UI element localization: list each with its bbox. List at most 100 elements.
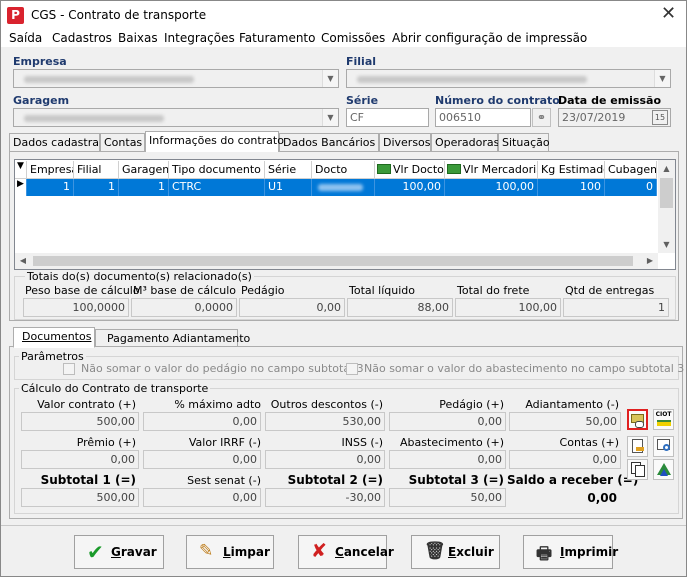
col-empresa[interactable]: Empresa (27, 161, 74, 179)
tab-informacoes-contrato[interactable]: Informações do contrato (145, 131, 284, 152)
garagem-combo[interactable]: ▼ (13, 108, 339, 127)
sest-senat-label: Sest senat (-) (187, 474, 261, 487)
irrf-field[interactable]: 0,00 (143, 450, 261, 469)
vertical-scrollbar[interactable]: ▲ ▼ (658, 160, 675, 253)
col-kg-estimado[interactable]: Kg Estimado (538, 161, 605, 179)
calculo-title: Cálculo do Contrato de transporte (19, 382, 211, 395)
chevron-down-icon[interactable]: ▼ (322, 70, 338, 87)
excluir-button[interactable]: 🗑 Excluir (411, 535, 500, 569)
bottom-divider (1, 525, 686, 526)
tab-diversos[interactable]: Diversos (379, 133, 431, 152)
tab-dados-bancarios[interactable]: Dados Bancários (279, 133, 379, 152)
abastecimento-field[interactable]: 0,00 (389, 450, 506, 469)
max-adto-field[interactable]: 0,00 (143, 412, 261, 431)
peso-base-value: 100,0000 (23, 298, 129, 317)
close-icon[interactable]: ✕ (661, 4, 676, 24)
col-tipo-documento[interactable]: Tipo documento (169, 161, 265, 179)
cell-vlr-docto[interactable]: 100,00 (375, 179, 445, 196)
outros-descontos-field[interactable]: 530,00 (265, 412, 385, 431)
tab-operadoras[interactable]: Operadoras (431, 133, 499, 152)
horizontal-scrollbar[interactable]: ◀ ▶ (15, 253, 658, 269)
copy-pages-icon[interactable] (627, 459, 648, 480)
gravar-button[interactable]: ✔ Gravar (74, 535, 164, 569)
valor-contrato-field[interactable]: 500,00 (21, 412, 139, 431)
title-bar: P CGS - Contrato de transporte ✕ (1, 1, 686, 29)
search-doc-icon[interactable] (653, 436, 674, 457)
calendar-icon[interactable]: 15 (652, 110, 668, 125)
empresa-label: Empresa (13, 55, 67, 68)
triangle-shapes-icon[interactable] (653, 459, 674, 480)
pedagio-field[interactable]: 0,00 (389, 412, 506, 431)
col-serie[interactable]: Série (265, 161, 312, 179)
grid-indicator-header: ▼ (15, 161, 27, 179)
adiantamento-field[interactable]: 50,00 (509, 412, 621, 431)
menu-cadastros[interactable]: Cadastros (52, 31, 112, 45)
abastecimento-label: Abastecimento (+) (400, 436, 504, 449)
limpar-label: Limpar (223, 545, 270, 559)
data-emissao-field[interactable]: 23/07/2019 15 (558, 108, 671, 127)
serie-field[interactable]: CF (346, 108, 429, 127)
cell-filial[interactable]: 1 (74, 179, 119, 196)
ciot-icon[interactable]: CIOT (653, 409, 674, 430)
edit-doc-icon[interactable] (627, 436, 648, 457)
scroll-thumb-h[interactable] (33, 256, 633, 266)
cell-empresa[interactable]: 1 (27, 179, 74, 196)
subtab-documentos[interactable]: Documentos (13, 327, 95, 348)
col-vlr-docto[interactable]: Vlr Docto (375, 161, 445, 179)
scroll-right-icon[interactable]: ▶ (642, 253, 658, 269)
chevron-down-icon[interactable]: ▼ (654, 70, 670, 87)
subtotal3-label: Subtotal 3 (=) (408, 473, 504, 487)
empresa-combo[interactable]: ▼ (13, 69, 339, 88)
binoculars-icon[interactable]: ⚭ (532, 108, 551, 127)
serie-label: Série (346, 94, 379, 107)
scroll-thumb[interactable] (660, 178, 673, 208)
col-cubagem[interactable]: Cubagem (605, 161, 657, 179)
premio-field[interactable]: 0,00 (21, 450, 139, 469)
total-liquido-value: 88,00 (347, 298, 453, 317)
cell-vlr-mercadoria[interactable]: 100,00 (445, 179, 538, 196)
filial-combo[interactable]: ▼ (346, 69, 671, 88)
checkbox-nao-somar-pedagio[interactable] (63, 363, 75, 375)
tab-contas[interactable]: Contas (100, 133, 145, 152)
cell-cubagem[interactable]: 0 (605, 179, 657, 196)
cell-garagem[interactable]: 1 (119, 179, 169, 196)
cell-tipo-documento[interactable]: CTRC (169, 179, 265, 196)
col-vlr-mercadoria[interactable]: Vlr Mercadoria (445, 161, 538, 179)
checkmark-icon: ✔ (87, 540, 104, 564)
limpar-button[interactable]: ✎ Limpar (186, 535, 274, 569)
cancelar-button[interactable]: ✘ Cancelar (298, 535, 394, 569)
numero-contrato-field[interactable]: 006510 (435, 108, 531, 127)
window-title: CGS - Contrato de transporte (31, 8, 207, 22)
cell-serie[interactable]: U1 (265, 179, 312, 196)
menu-saida[interactable]: Saída (9, 31, 42, 45)
inss-field[interactable]: 0,00 (265, 450, 385, 469)
chevron-down-icon[interactable]: ▼ (322, 109, 338, 126)
contas-field[interactable]: 0,00 (509, 450, 621, 469)
tab-situacao[interactable]: Situação (498, 133, 550, 152)
documents-grid[interactable]: ▼ Empresa Filial Garagem Tipo documento … (14, 159, 676, 270)
adiantamento-label: Adiantamento (-) (525, 398, 619, 411)
menu-baixas[interactable]: Baixas (118, 31, 158, 45)
imprimir-button[interactable]: 🖶 Imprimir (523, 535, 618, 569)
money-hand-icon[interactable] (627, 409, 648, 430)
col-docto[interactable]: Docto (312, 161, 375, 179)
m3-base-label: M³ base de cálculo (133, 284, 237, 297)
tab-dados-cadastrais[interactable]: Dados cadastrais (9, 133, 108, 152)
parametros-title: Parâmetros (19, 350, 86, 363)
money-icon (447, 164, 461, 174)
menu-faturamento[interactable]: Faturamento (239, 31, 315, 45)
col-filial[interactable]: Filial (74, 161, 119, 179)
menu-comissoes[interactable]: Comissões (321, 31, 385, 45)
checkbox-nao-somar-abastecimento[interactable] (346, 363, 358, 375)
scroll-up-icon[interactable]: ▲ (658, 160, 675, 177)
totais-title: Totais do(s) documento(s) relacionado(s) (25, 270, 254, 283)
menu-config-impressao[interactable]: Abrir configuração de impressão (392, 31, 587, 45)
numero-contrato-value: 006510 (439, 111, 481, 124)
scroll-left-icon[interactable]: ◀ (15, 253, 31, 269)
scroll-down-icon[interactable]: ▼ (658, 236, 675, 253)
sest-senat-field[interactable]: 0,00 (143, 488, 261, 507)
cell-kg-estimado[interactable]: 100 (538, 179, 605, 196)
col-garagem[interactable]: Garagem (119, 161, 169, 179)
menu-integracoes[interactable]: Integrações (164, 31, 235, 45)
cell-docto[interactable] (312, 179, 375, 196)
